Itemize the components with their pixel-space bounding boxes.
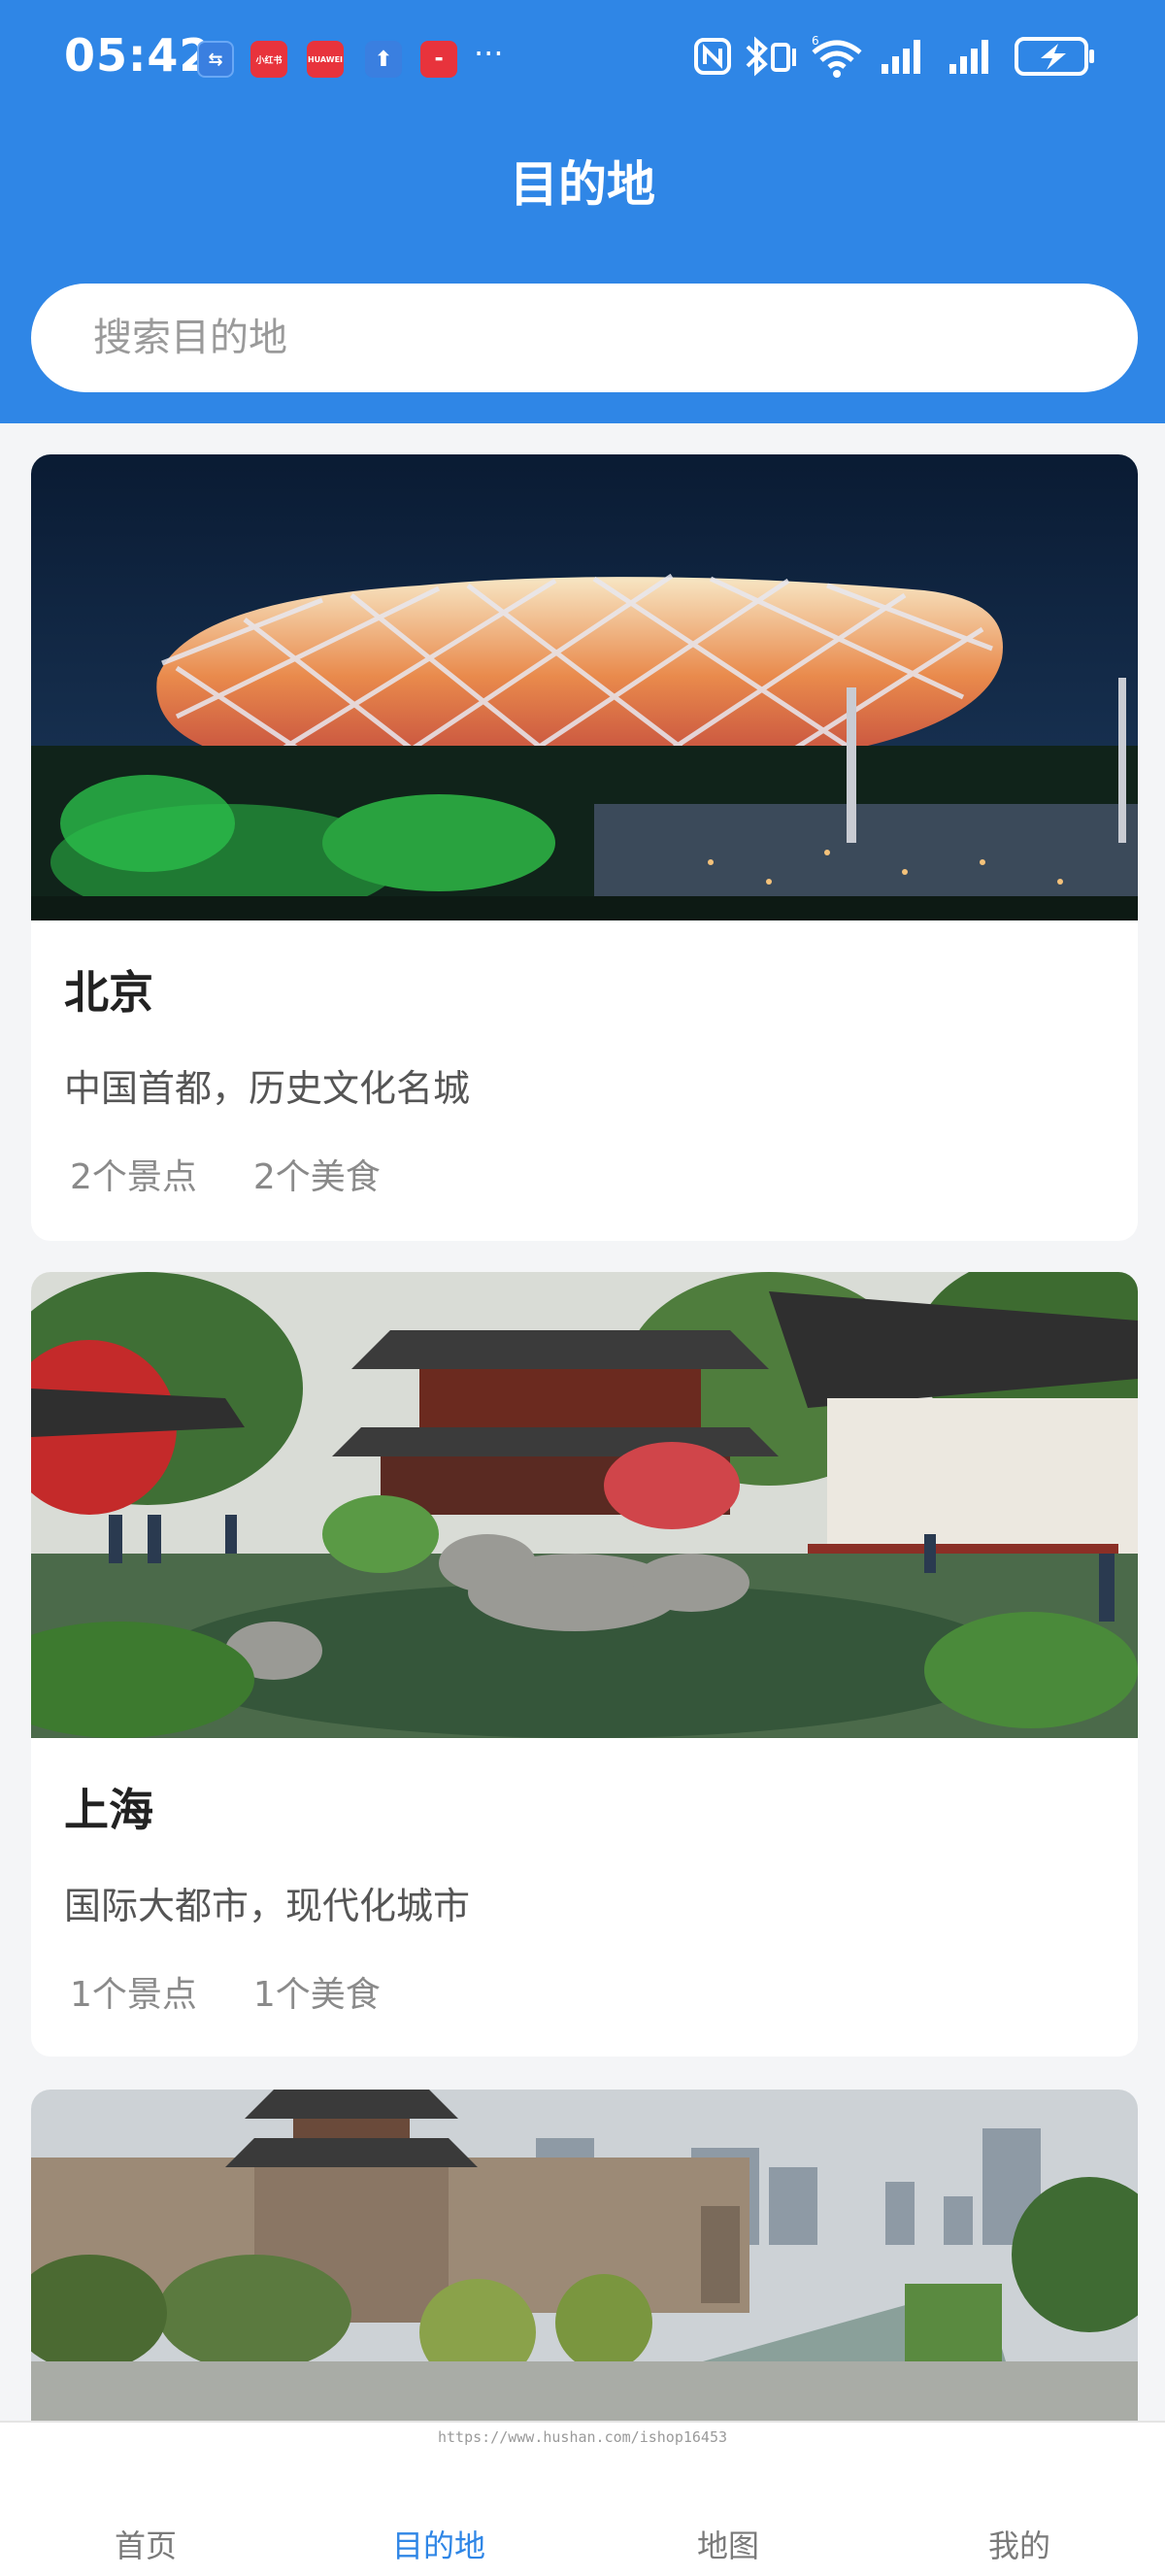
- red-app-icon: ▬: [420, 41, 457, 78]
- destination-name: 上海: [64, 1784, 153, 1836]
- page-title: 目的地: [510, 156, 655, 213]
- destination-stats: 2个景点 2个美食: [70, 1149, 381, 1199]
- attraction-count: 2个景点: [70, 1157, 197, 1197]
- signal-icon: [880, 35, 928, 78]
- attraction-count: 1个景点: [70, 1975, 197, 2015]
- search-bar[interactable]: [31, 284, 1138, 392]
- header-bar: 05:42 ⇆ 小红书 HUAWEI ⬆ ▬ ··· 6 目的地: [0, 0, 1165, 423]
- upload-icon: ⬆: [365, 41, 402, 78]
- huawei-app-icon: HUAWEI: [307, 41, 344, 78]
- battery-charging-icon: [1014, 35, 1097, 78]
- destination-card[interactable]: 北京 中国首都，历史文化名城 2个景点 2个美食: [31, 454, 1138, 1241]
- destination-name: 北京: [64, 966, 153, 1019]
- destination-card[interactable]: 上海 国际大都市，现代化城市 1个景点 1个美食: [31, 1272, 1138, 2057]
- nav-home[interactable]: 首页: [115, 2522, 177, 2566]
- nav-map[interactable]: 地图: [697, 2522, 759, 2566]
- birds-nest-stadium-photo: [31, 454, 1138, 920]
- destination-stats: 1个景点 1个美食: [70, 1966, 381, 2017]
- status-bar: 05:42 ⇆ 小红书 HUAWEI ⬆ ▬ ··· 6: [0, 0, 1165, 117]
- xiaohongshu-app-icon: 小红书: [250, 41, 287, 78]
- search-input[interactable]: [93, 316, 1138, 360]
- status-time: 05:42: [64, 29, 212, 82]
- nfc-icon: [693, 35, 732, 78]
- signal-icon: [948, 35, 996, 78]
- bottom-nav: https://www.hushan.com/ishop16453 首页 目的地…: [0, 2421, 1165, 2576]
- nav-profile[interactable]: 我的: [988, 2522, 1050, 2566]
- destination-description: 中国首都，历史文化名城: [64, 1067, 471, 1110]
- more-notifications-icon: ···: [474, 35, 504, 72]
- watermark: https://www.hushan.com/ishop16453: [437, 2428, 727, 2446]
- wifi-icon: 6: [808, 35, 864, 78]
- nav-destinations[interactable]: 目的地: [392, 2522, 485, 2566]
- food-count: 2个美食: [252, 1157, 381, 1197]
- network-label: 6: [812, 35, 819, 48]
- classical-garden-photo: [31, 1272, 1138, 1738]
- bluetooth-icon: [744, 35, 802, 78]
- destination-description: 国际大都市，现代化城市: [64, 1885, 471, 1927]
- usb-icon: ⇆: [197, 41, 234, 78]
- food-count: 1个美食: [252, 1975, 381, 2015]
